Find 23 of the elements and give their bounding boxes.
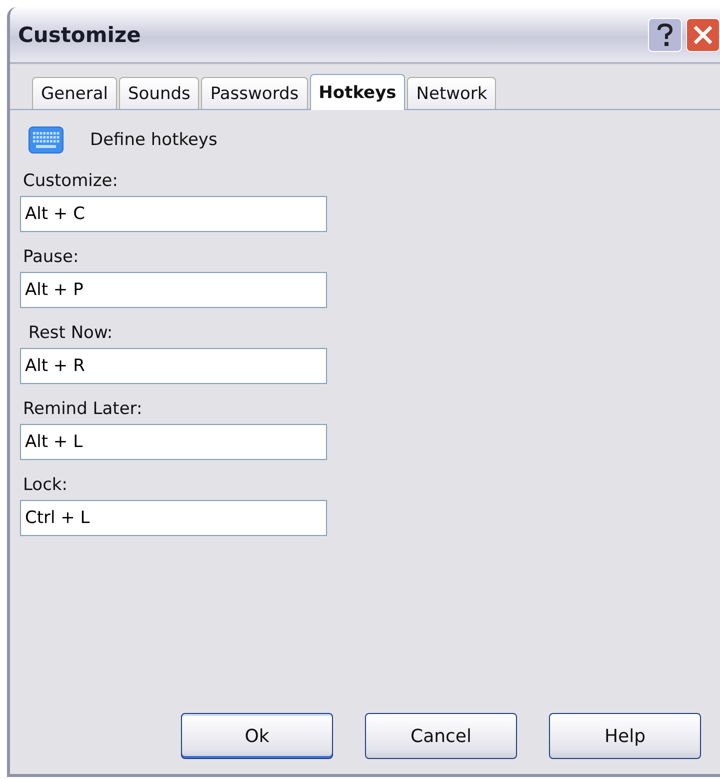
hotkey-field[interactable]: Alt + R <box>20 348 327 384</box>
tab[interactable]: General <box>32 77 117 109</box>
hotkey-field[interactable]: Alt + C <box>20 196 327 232</box>
dialog-button[interactable]: Ok <box>181 713 333 759</box>
field-label: Lock: <box>23 474 68 496</box>
window-title: Customize <box>17 22 141 46</box>
hotkey-field[interactable]: Ctrl + L <box>20 500 327 536</box>
field-label: Customize: <box>23 170 118 192</box>
dialog-button[interactable]: Cancel <box>365 713 517 759</box>
tab[interactable]: Sounds <box>119 77 200 109</box>
tab[interactable]: Hotkeys <box>310 74 406 110</box>
keyboard-icon <box>28 126 64 154</box>
help-icon[interactable] <box>648 18 682 52</box>
tab[interactable]: Network <box>407 77 496 109</box>
tab[interactable]: Passwords <box>201 77 308 109</box>
field-label: Pause: <box>23 246 79 268</box>
hotkey-field[interactable]: Alt + P <box>20 272 327 308</box>
close-icon[interactable] <box>686 18 720 52</box>
section-heading: Define hotkeys <box>90 130 218 150</box>
dialog-button[interactable]: Help <box>549 713 701 759</box>
hotkey-field[interactable]: Alt + L <box>20 424 327 460</box>
field-label: Rest Now: <box>27 322 113 344</box>
field-label: Remind Later: <box>23 398 142 420</box>
